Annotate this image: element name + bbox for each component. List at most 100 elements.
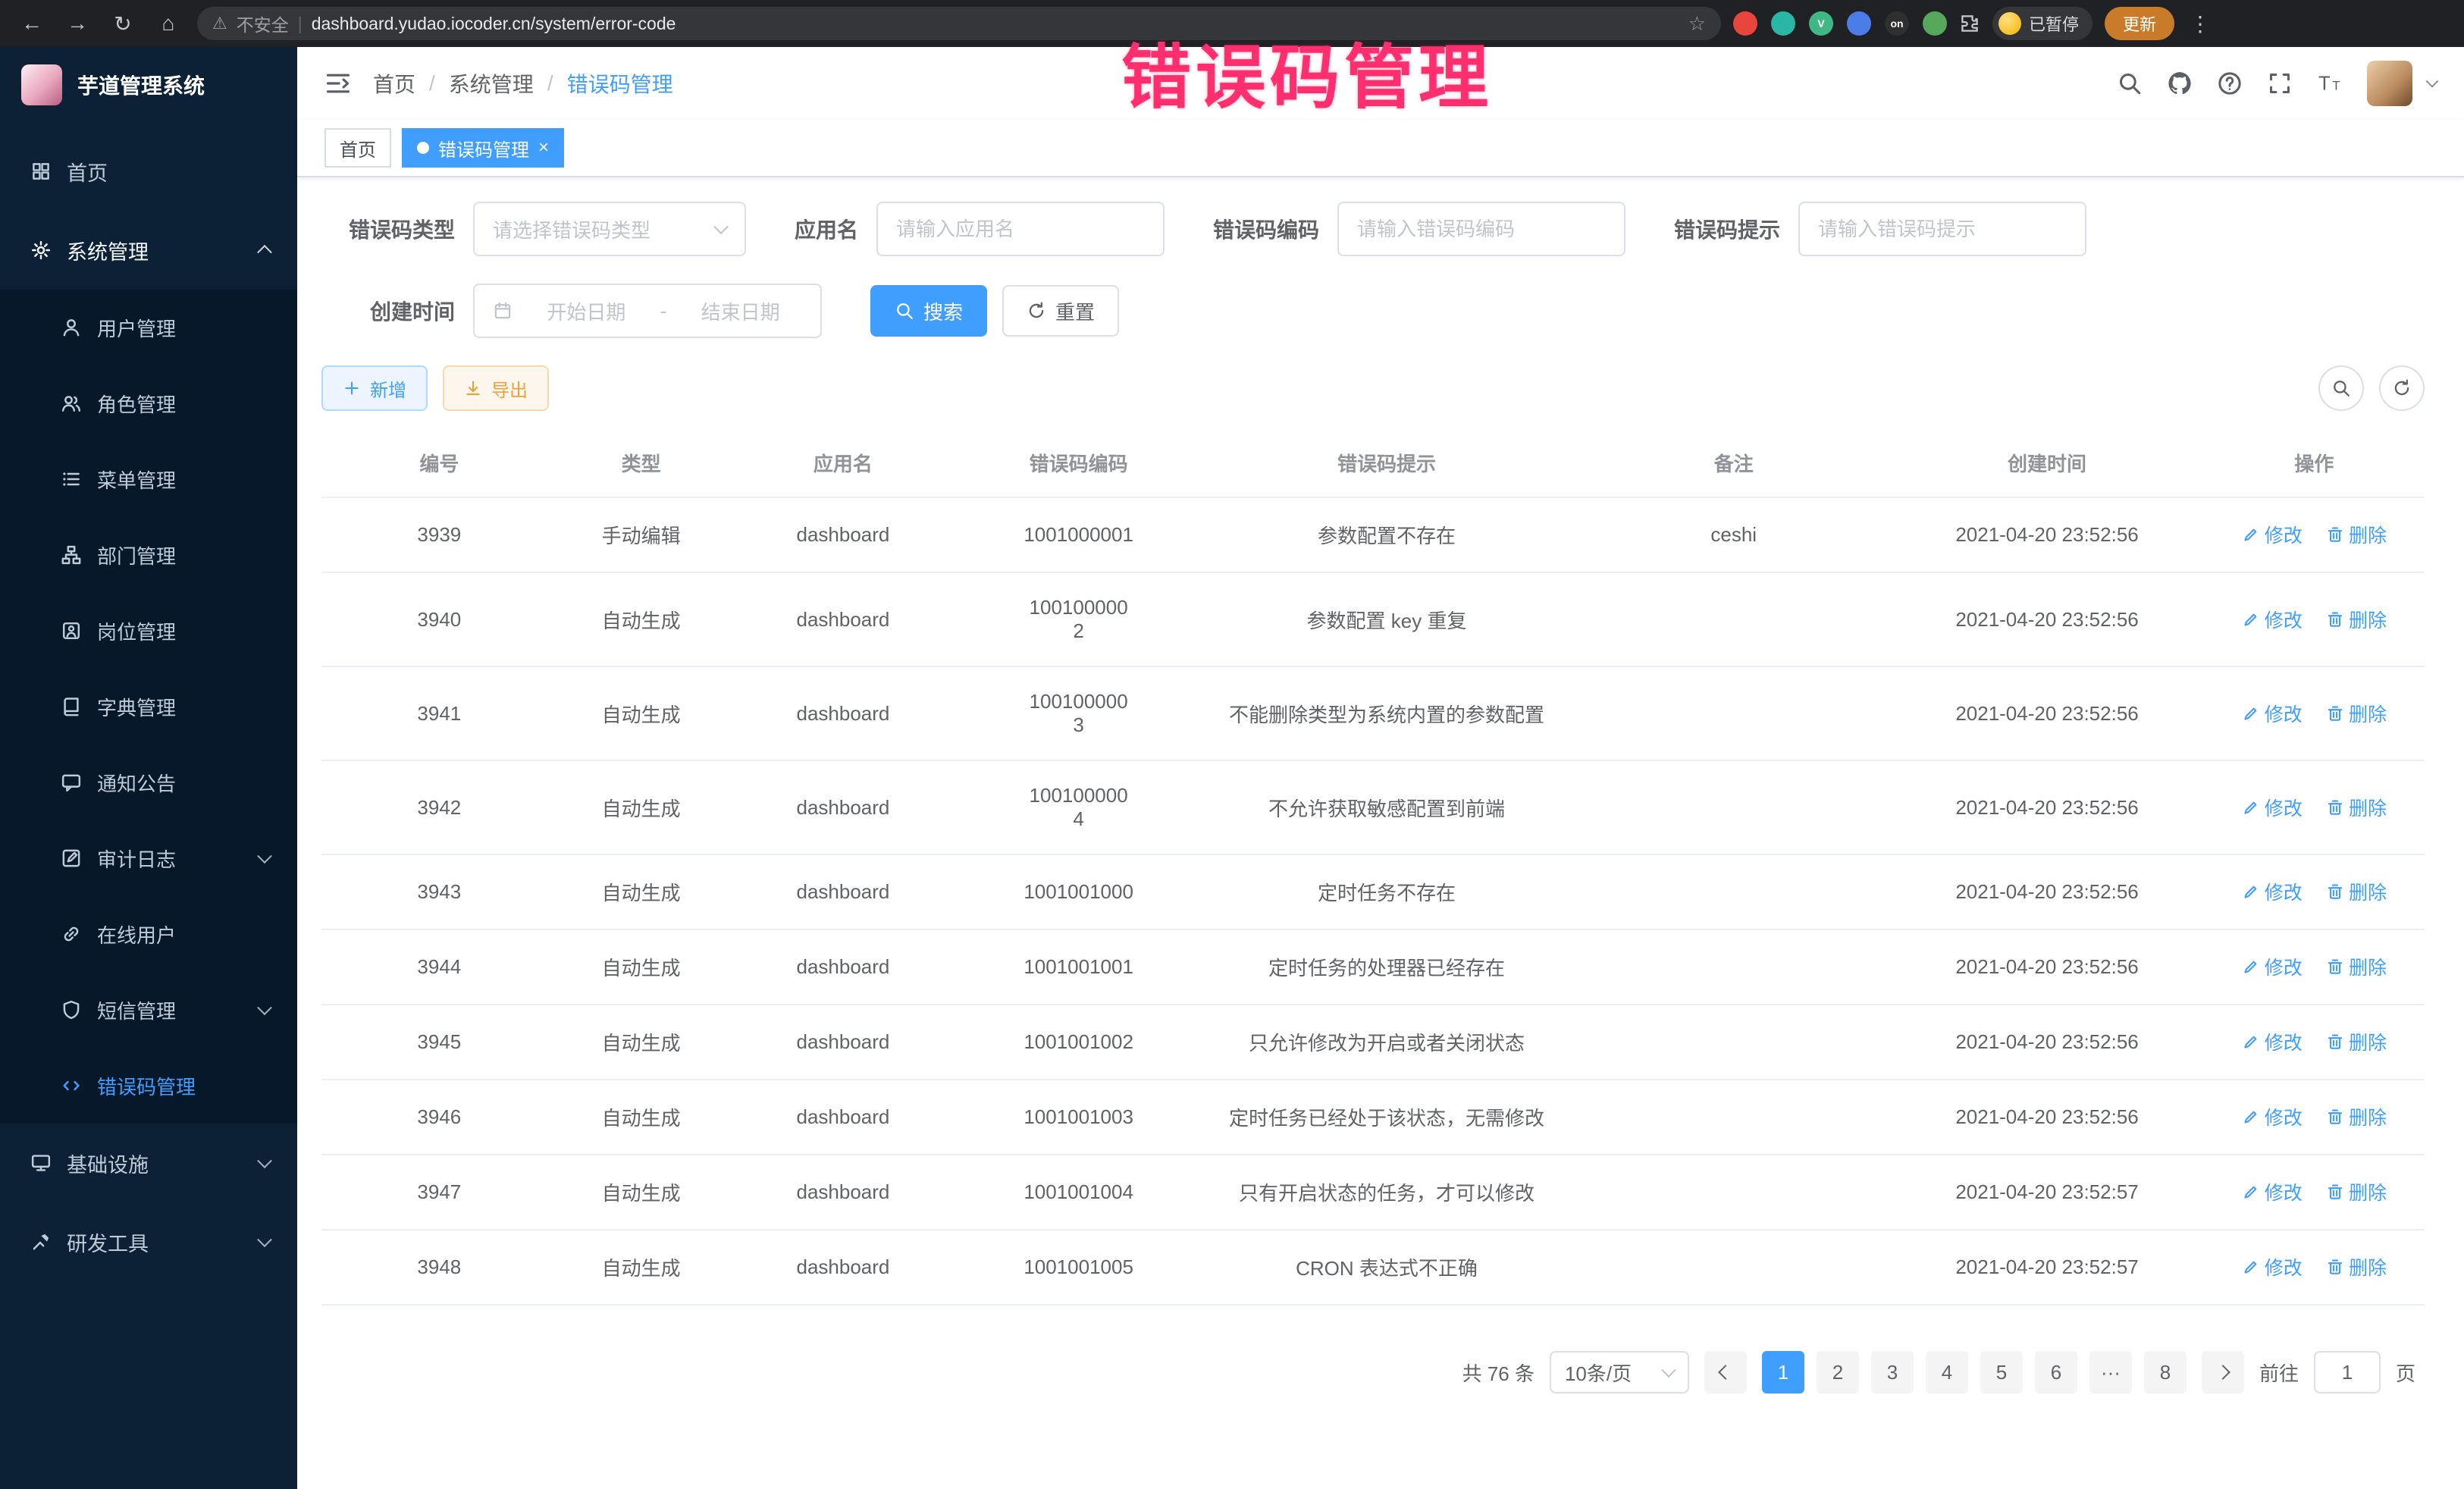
extension-green-icon[interactable] (1923, 11, 1947, 36)
extension-teal-icon[interactable] (1771, 11, 1795, 36)
app-logo[interactable]: 芋道管理系统 (0, 47, 297, 123)
fullscreen-icon[interactable] (2267, 71, 2293, 96)
cell-time: 2021-04-20 23:52:56 (1890, 929, 2203, 1005)
refresh-table-button[interactable] (2379, 365, 2425, 411)
extension-proxy-icon[interactable]: on (1885, 11, 1909, 36)
tab-error-code[interactable]: 错误码管理 × (402, 128, 564, 168)
export-button[interactable]: 导出 (443, 365, 549, 411)
app-name-input[interactable] (876, 202, 1165, 256)
sidebar-subitem[interactable]: 字典管理 (0, 669, 297, 744)
sidebar-subitem[interactable]: 部门管理 (0, 517, 297, 593)
fontsize-icon[interactable]: TT (2317, 71, 2343, 96)
search-icon[interactable] (2117, 71, 2143, 96)
edit-link[interactable]: 修改 (2242, 953, 2303, 980)
page-button[interactable]: 4 (1926, 1351, 1968, 1393)
edit-link[interactable]: 修改 (2242, 1103, 2303, 1130)
reset-button[interactable]: 重置 (1002, 285, 1119, 337)
delete-link[interactable]: 删除 (2326, 700, 2387, 727)
edit-link[interactable]: 修改 (2242, 794, 2303, 821)
page-button[interactable]: 6 (2035, 1351, 2077, 1393)
delete-link[interactable]: 删除 (2326, 878, 2387, 905)
page-size-select[interactable]: 10条/页 (1550, 1351, 1689, 1393)
goto-page-input[interactable] (2314, 1351, 2381, 1393)
edit-link[interactable]: 修改 (2242, 521, 2303, 548)
prev-page-button[interactable] (1704, 1351, 1747, 1393)
sidebar-subitem[interactable]: 错误码管理 (0, 1048, 297, 1124)
cell-id: 3939 (321, 497, 557, 572)
reload-icon[interactable]: ↻ (106, 7, 140, 40)
next-page-button[interactable] (2202, 1351, 2244, 1393)
sidebar-item[interactable]: 基础设施 (0, 1124, 297, 1202)
cell-code: 100100000 3 (961, 666, 1196, 760)
forward-icon[interactable]: → (61, 7, 94, 40)
sidebar-item[interactable]: 研发工具 (0, 1202, 297, 1281)
breadcrumb-item-system[interactable]: 系统管理 (449, 68, 534, 99)
edit-link[interactable]: 修改 (2242, 1028, 2303, 1055)
sidebar-subitem[interactable]: 通知公告 (0, 744, 297, 820)
profile-chip[interactable]: 已暂停 (1992, 7, 2093, 40)
sidebar-subitem[interactable]: 菜单管理 (0, 441, 297, 517)
hamburger-icon[interactable] (324, 70, 352, 97)
page-button[interactable]: ··· (2089, 1351, 2132, 1393)
extension-red-icon[interactable] (1733, 11, 1757, 36)
error-type-select[interactable]: 请选择错误码类型 (473, 202, 746, 256)
bookmark-star-icon[interactable]: ☆ (1688, 12, 1706, 36)
extensions-puzzle-icon[interactable] (1959, 13, 1980, 34)
sidebar-subitem[interactable]: 在线用户 (0, 896, 297, 972)
error-hint-input[interactable] (1798, 202, 2086, 256)
sidebar-subitem[interactable]: 用户管理 (0, 290, 297, 365)
extension-vue-icon[interactable]: V (1809, 11, 1833, 36)
edit-link[interactable]: 修改 (2242, 700, 2303, 727)
chevron-down-icon[interactable] (2426, 75, 2439, 88)
delete-link[interactable]: 删除 (2326, 953, 2387, 980)
column-header: 备注 (1577, 429, 1890, 497)
cell-type: 自动生成 (557, 1155, 726, 1230)
cell-time: 2021-04-20 23:52:56 (1890, 1005, 2203, 1080)
sidebar-subitem[interactable]: 短信管理 (0, 972, 297, 1048)
edit-link[interactable]: 修改 (2242, 606, 2303, 633)
sidebar-item[interactable]: 系统管理 (0, 211, 297, 290)
delete-link[interactable]: 删除 (2326, 1103, 2387, 1130)
extension-blue-icon[interactable] (1847, 11, 1871, 36)
delete-link[interactable]: 删除 (2326, 606, 2387, 633)
cell-app: dashboard (726, 666, 961, 760)
add-button[interactable]: 新增 (321, 365, 428, 411)
breadcrumb-current: 错误码管理 (567, 68, 673, 99)
search-button[interactable]: 搜索 (870, 285, 987, 337)
page-button[interactable]: 3 (1871, 1351, 1914, 1393)
close-icon[interactable]: × (538, 139, 549, 157)
home-icon[interactable]: ⌂ (152, 7, 185, 40)
page-button[interactable]: 8 (2144, 1351, 2187, 1393)
address-bar[interactable]: ⚠ 不安全 | dashboard.yudao.iocoder.cn/syste… (197, 7, 1721, 40)
page-button[interactable]: 2 (1817, 1351, 1859, 1393)
delete-link[interactable]: 删除 (2326, 521, 2387, 548)
page-button[interactable]: 5 (1980, 1351, 2023, 1393)
sidebar-subitem[interactable]: 审计日志 (0, 820, 297, 896)
browser-menu-icon[interactable]: ⋮ (2187, 11, 2214, 36)
sidebar-subitem[interactable]: 岗位管理 (0, 593, 297, 669)
sidebar-subitem[interactable]: 角色管理 (0, 365, 297, 441)
update-button[interactable]: 更新 (2105, 7, 2174, 40)
edit-link[interactable]: 修改 (2242, 1178, 2303, 1205)
date-range-picker[interactable]: 开始日期 - 结束日期 (473, 284, 822, 338)
breadcrumb-item-home[interactable]: 首页 (373, 68, 415, 99)
page-button[interactable]: 1 (1762, 1351, 1804, 1393)
filter-row-1: 错误码类型 请选择错误码类型 应用名 错误码编码 错误码提示 (321, 202, 2425, 256)
question-icon[interactable] (2217, 71, 2243, 96)
back-icon[interactable]: ← (15, 7, 49, 40)
delete-link[interactable]: 删除 (2326, 1178, 2387, 1205)
avatar[interactable] (2367, 61, 2412, 106)
cell-code: 1001000001 (961, 497, 1196, 572)
cell-message: 定时任务的处理器已经存在 (1196, 929, 1577, 1005)
edit-link[interactable]: 修改 (2242, 1253, 2303, 1281)
column-header: 类型 (557, 429, 726, 497)
github-icon[interactable] (2167, 71, 2193, 96)
delete-link[interactable]: 删除 (2326, 1253, 2387, 1281)
tab-home[interactable]: 首页 (324, 128, 391, 168)
toggle-search-button[interactable] (2318, 365, 2364, 411)
sidebar-item[interactable]: 首页 (0, 132, 297, 211)
edit-link[interactable]: 修改 (2242, 878, 2303, 905)
error-code-input[interactable] (1337, 202, 1625, 256)
delete-link[interactable]: 删除 (2326, 1028, 2387, 1055)
delete-link[interactable]: 删除 (2326, 794, 2387, 821)
